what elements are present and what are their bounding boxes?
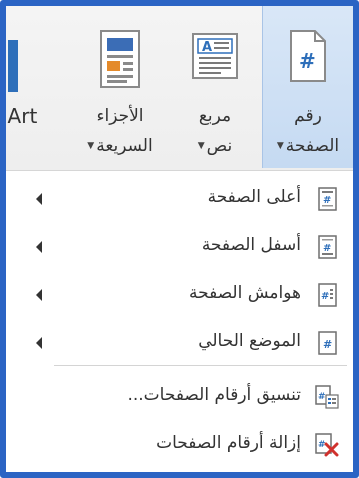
chevron-down-icon: ▼ xyxy=(87,141,95,151)
page-number-button[interactable]: # رقم ▼ الصفحة xyxy=(262,6,353,168)
wordart-label: lArt xyxy=(2,104,38,128)
page-number-label-line2: ▼ الصفحة xyxy=(276,136,340,156)
menu-item-label: تنسيق أرقام الصفحات... xyxy=(127,385,301,405)
text-box-icon: A xyxy=(192,33,238,79)
svg-text:#: # xyxy=(321,291,329,302)
page-number-glyph: # xyxy=(299,49,316,73)
remove-page-numbers-icon: # xyxy=(315,433,339,457)
menu-separator xyxy=(54,365,347,366)
quick-parts-button[interactable]: الأجزاء ▼ السريعة xyxy=(72,6,168,168)
menu-item-label: إزالة أرقام الصفحات xyxy=(156,433,301,453)
text-box-glyph: A xyxy=(202,40,212,55)
menu-item-bottom-of-page[interactable]: # أسفل الصفحة xyxy=(6,227,353,267)
submenu-arrow-icon xyxy=(36,337,42,349)
submenu-arrow-icon xyxy=(36,289,42,301)
menu-item-page-margins[interactable]: # هوامش الصفحة xyxy=(6,275,353,315)
submenu-arrow-icon xyxy=(36,193,42,205)
menu-item-label: الموضع الحالي xyxy=(198,331,301,351)
text-box-label-line1: مربع xyxy=(198,106,232,126)
menu-item-label: هوامش الصفحة xyxy=(189,283,301,303)
chevron-down-icon: ▼ xyxy=(197,141,205,151)
chevron-down-icon: ▼ xyxy=(276,141,284,151)
page-number-dropdown-window: lArt الأجزاء ▼ السريعة A مربع ▼ نص # رقم… xyxy=(0,0,359,478)
quick-parts-icon xyxy=(100,30,140,88)
menu-item-label: أسفل الصفحة xyxy=(201,235,301,255)
menu-item-label: أعلى الصفحة xyxy=(207,187,301,207)
menu-item-remove-page-numbers[interactable]: # إزالة أرقام الصفحات xyxy=(6,425,353,465)
wordart-button[interactable]: lArt xyxy=(6,6,68,168)
ribbon-insert-group: lArt الأجزاء ▼ السريعة A مربع ▼ نص # رقم… xyxy=(6,6,353,171)
svg-text:#: # xyxy=(318,392,326,402)
svg-text:#: # xyxy=(323,195,331,206)
format-page-numbers-icon: # xyxy=(315,385,339,409)
quick-parts-label-line1: الأجزاء xyxy=(96,106,144,126)
text-box-button[interactable]: A مربع ▼ نص xyxy=(172,6,258,168)
page-top-icon: # xyxy=(318,187,337,211)
menu-item-format-page-numbers[interactable]: # تنسيق أرقام الصفحات... xyxy=(6,377,353,417)
svg-text:#: # xyxy=(318,440,326,450)
quick-parts-label-line2: ▼ السريعة xyxy=(87,136,153,156)
svg-text:#: # xyxy=(323,243,331,254)
wordart-icon xyxy=(8,40,18,92)
menu-item-top-of-page[interactable]: # أعلى الصفحة xyxy=(6,179,353,219)
page-number-icon: # xyxy=(290,30,326,82)
text-box-label-line2: ▼ نص xyxy=(197,136,233,156)
menu-item-current-position[interactable]: # الموضع الحالي xyxy=(6,323,353,363)
page-number-label-line1: رقم xyxy=(294,106,322,126)
current-position-icon: # xyxy=(318,331,337,355)
page-bottom-icon: # xyxy=(318,235,337,259)
page-margins-icon: # xyxy=(318,283,337,307)
submenu-arrow-icon xyxy=(36,241,42,253)
svg-text:#: # xyxy=(323,338,332,351)
